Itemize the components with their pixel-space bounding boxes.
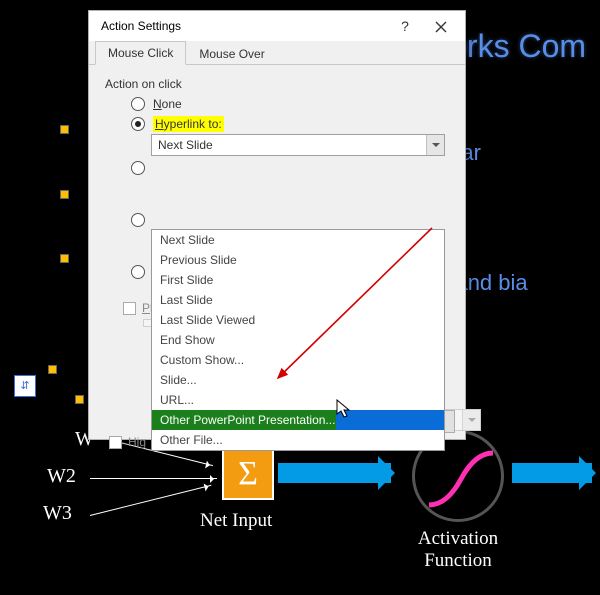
combo-value: Next Slide bbox=[158, 138, 213, 152]
chevron-down-icon bbox=[462, 410, 480, 430]
radio-label: None bbox=[153, 97, 182, 111]
chevron-down-icon[interactable] bbox=[426, 135, 444, 155]
dropdown-item[interactable]: Next Slide bbox=[152, 230, 444, 250]
arrow bbox=[90, 478, 217, 479]
selection-handle[interactable] bbox=[60, 254, 69, 263]
radio-icon bbox=[131, 117, 145, 131]
tab-mouse-over[interactable]: Mouse Over bbox=[186, 42, 277, 65]
activation-label: ActivationFunction bbox=[408, 528, 508, 572]
checkbox-highlight-click[interactable]: Hig bbox=[109, 435, 146, 449]
radio-none[interactable]: None bbox=[131, 97, 451, 111]
checkbox-icon bbox=[123, 302, 136, 315]
sigma-node: Σ bbox=[222, 448, 274, 500]
group-label: Action on click bbox=[105, 77, 451, 91]
flow-arrow bbox=[278, 463, 391, 483]
dropdown-item[interactable]: Last Slide bbox=[152, 290, 444, 310]
radio-run-macro[interactable] bbox=[131, 213, 451, 227]
dropdown-item-selected[interactable]: Other PowerPoint Presentation... bbox=[152, 410, 444, 430]
dialog-titlebar[interactable]: Action Settings ? bbox=[89, 11, 465, 41]
checkbox-icon bbox=[109, 436, 122, 449]
radio-label-highlight: Hyperlink to: bbox=[153, 116, 224, 132]
weight-label-3: W3 bbox=[43, 502, 72, 525]
sigmoid-icon bbox=[423, 441, 499, 517]
dropdown-item[interactable]: End Show bbox=[152, 330, 444, 350]
radio-hyperlink[interactable]: Hyperlink to: bbox=[131, 116, 451, 132]
radio-run-program[interactable] bbox=[131, 161, 451, 175]
help-button[interactable]: ? bbox=[387, 12, 423, 40]
selection-handle[interactable] bbox=[48, 365, 57, 374]
radio-icon bbox=[131, 161, 145, 175]
arrow bbox=[90, 485, 212, 516]
textbox-align-handle[interactable]: ⇵ bbox=[14, 375, 36, 397]
weight-label-2: W2 bbox=[47, 465, 76, 488]
selection-handle[interactable] bbox=[75, 395, 84, 404]
tab-mouse-click[interactable]: Mouse Click bbox=[95, 41, 186, 65]
dropdown-item[interactable]: Other File... bbox=[152, 430, 444, 450]
tab-strip: Mouse Click Mouse Over bbox=[89, 41, 465, 65]
net-input-label: Net Input bbox=[200, 510, 272, 532]
flow-arrow bbox=[512, 463, 592, 483]
selection-handle[interactable] bbox=[60, 190, 69, 199]
title-fragment: orks Com bbox=[449, 28, 586, 64]
dropdown-item[interactable]: Custom Show... bbox=[152, 350, 444, 370]
hyperlink-combo[interactable]: Next Slide bbox=[151, 134, 445, 156]
radio-icon bbox=[131, 265, 145, 279]
dropdown-item[interactable]: Previous Slide bbox=[152, 250, 444, 270]
dropdown-item[interactable]: Slide... bbox=[152, 370, 444, 390]
action-settings-dialog: Action Settings ? Mouse Click Mouse Over… bbox=[88, 10, 466, 440]
hyperlink-dropdown-list[interactable]: Next Slide Previous Slide First Slide La… bbox=[151, 229, 445, 451]
checkbox-label: Hig bbox=[128, 435, 146, 449]
radio-icon bbox=[131, 213, 145, 227]
selection-handle[interactable] bbox=[60, 125, 69, 134]
close-button[interactable] bbox=[423, 12, 459, 40]
radio-icon bbox=[131, 97, 145, 111]
dialog-title: Action Settings bbox=[101, 19, 387, 33]
dialog-body: Action on click None Hyperlink to: Next … bbox=[89, 65, 465, 439]
dropdown-item[interactable]: URL... bbox=[152, 390, 444, 410]
dropdown-item[interactable]: Last Slide Viewed bbox=[152, 310, 444, 330]
dropdown-item[interactable]: First Slide bbox=[152, 270, 444, 290]
close-icon bbox=[435, 21, 447, 33]
